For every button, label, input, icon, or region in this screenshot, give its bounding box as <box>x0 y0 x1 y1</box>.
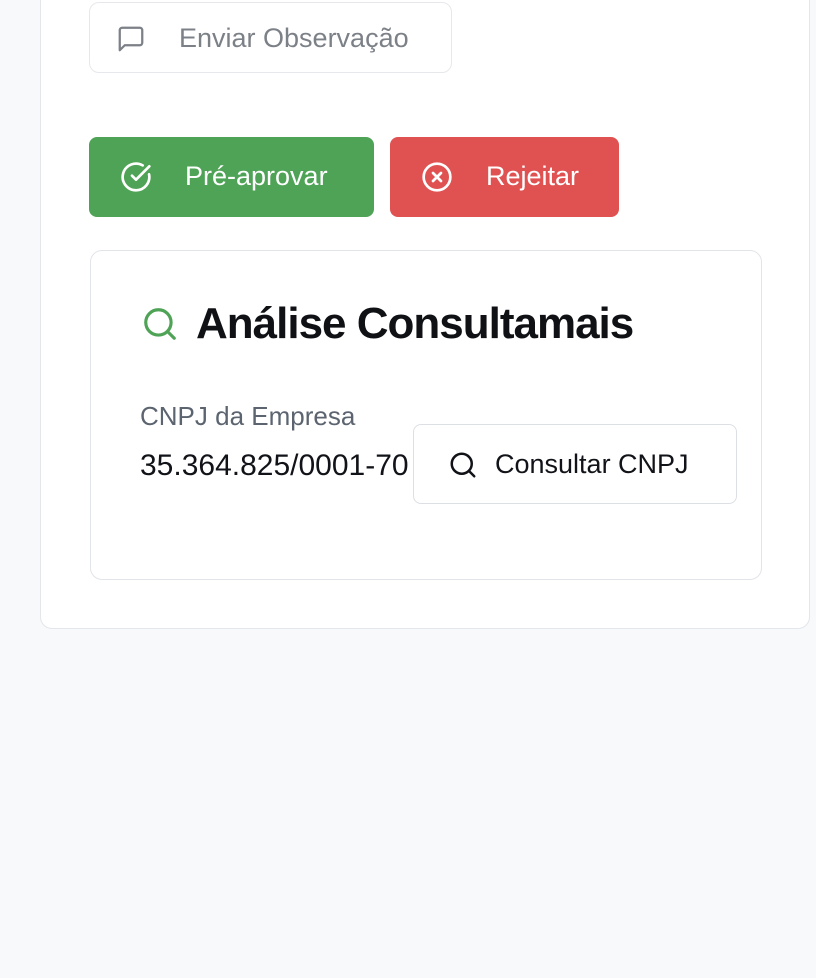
cnpj-label: CNPJ da Empresa <box>140 401 356 431</box>
send-observation-label: Enviar Observação <box>179 23 409 53</box>
consultamais-analysis-card: Análise Consultamais CNPJ da Empresa 35.… <box>90 250 762 580</box>
reject-button[interactable]: Rejeitar <box>390 137 619 217</box>
consult-cnpj-button[interactable]: Consultar CNPJ <box>413 424 737 504</box>
pre-approve-label: Pré-aprovar <box>185 161 328 191</box>
search-icon <box>448 450 478 480</box>
message-square-icon <box>116 24 146 54</box>
analysis-title: Análise Consultamais <box>196 299 634 348</box>
consult-cnpj-label: Consultar CNPJ <box>495 449 689 479</box>
cnpj-value: 35.364.825/0001-70 <box>140 449 409 482</box>
pre-approve-button[interactable]: Pré-aprovar <box>89 137 374 217</box>
check-circle-icon <box>120 161 152 193</box>
search-icon <box>141 305 179 343</box>
reject-label: Rejeitar <box>486 161 580 191</box>
send-observation-button[interactable]: Enviar Observação <box>89 2 452 73</box>
x-circle-icon <box>421 161 453 193</box>
